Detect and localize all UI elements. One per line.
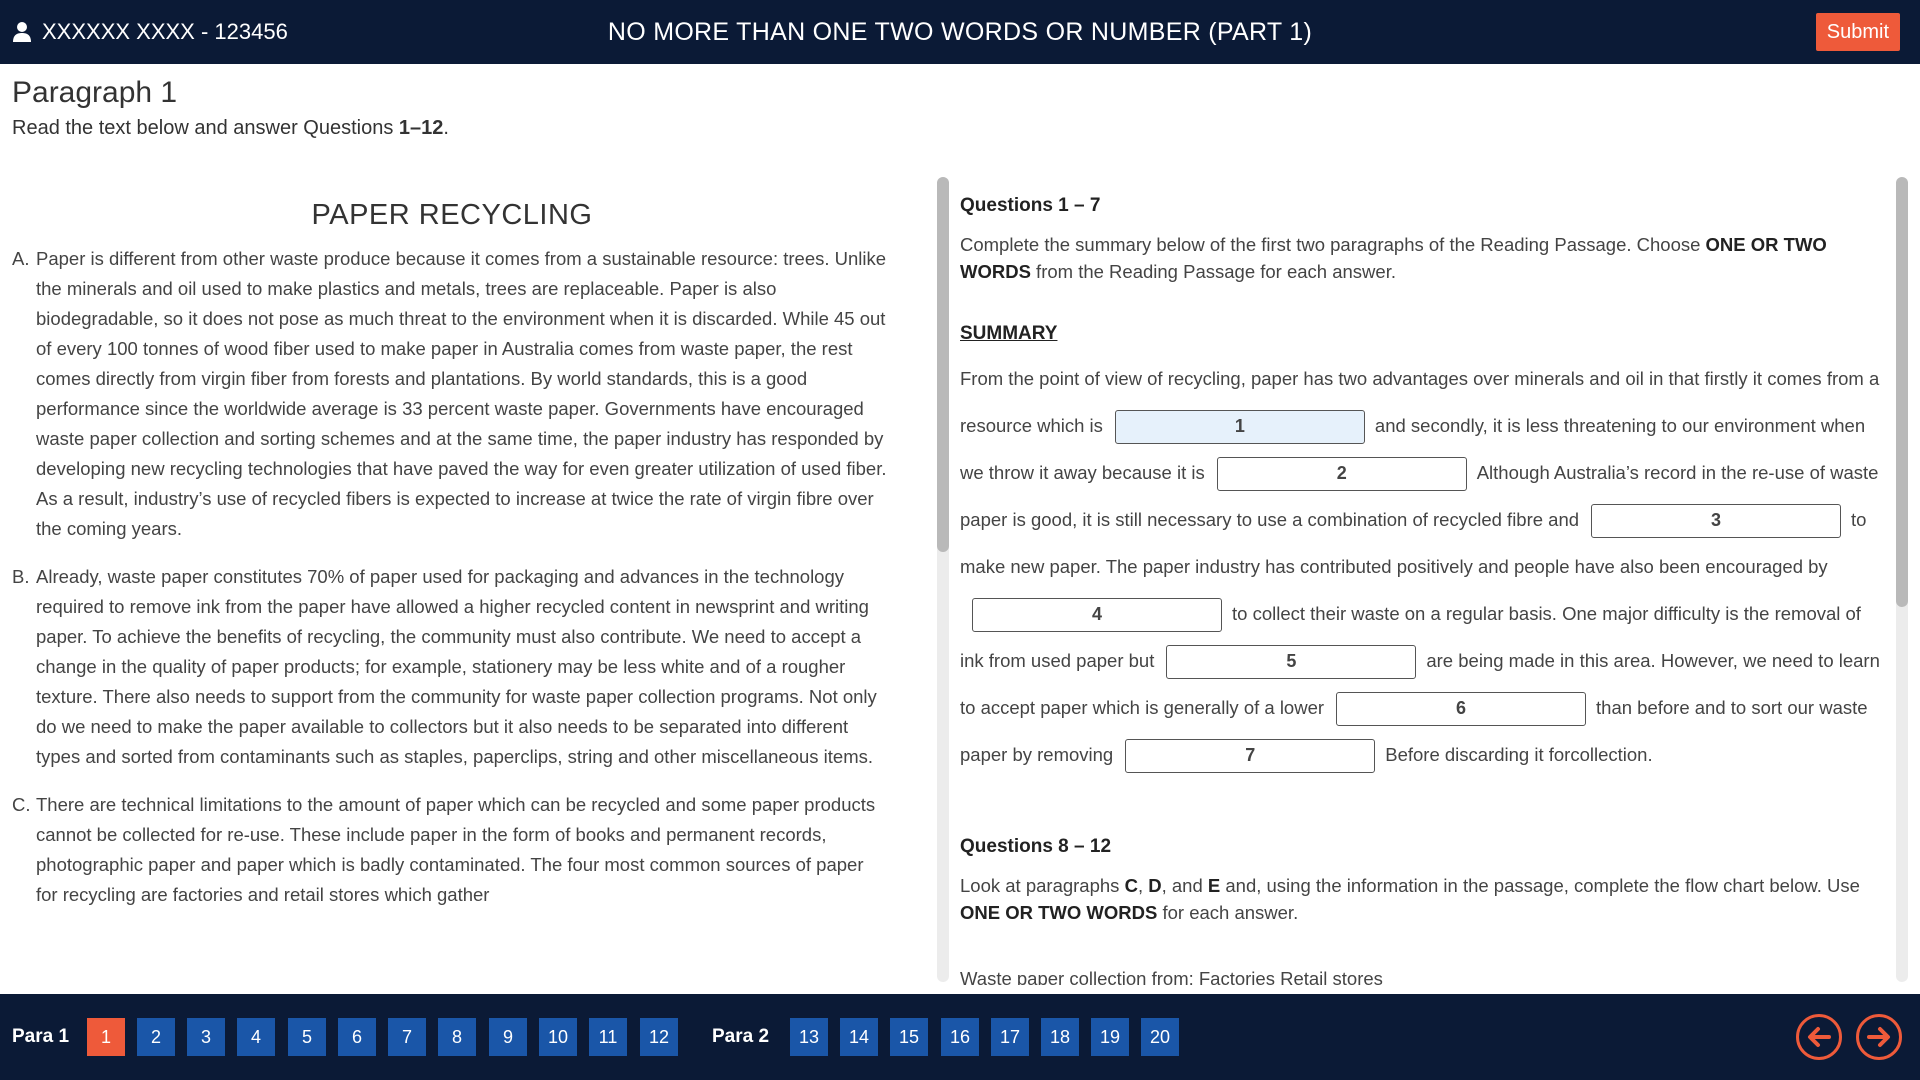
question-button-13[interactable]: 13 <box>790 1018 828 1056</box>
answer-gap-2[interactable]: 2 <box>1216 457 1467 492</box>
flow-chart-text: Waste paper collection from: Factories R… <box>960 968 1383 985</box>
test-title: NO MORE THAN ONE TWO WORDS OR NUMBER (PA… <box>607 18 1313 46</box>
instructions-range: 1–12 <box>398 117 444 139</box>
arrow-right-icon <box>1867 1027 1890 1047</box>
questions-1-7-heading: Questions 1 – 7 <box>960 195 1101 216</box>
passage-paragraph-b: B. Already, waste paper constitutes 70% … <box>12 562 892 772</box>
answer-gap-6[interactable]: 6 <box>1336 692 1587 727</box>
user-name: XXXXXX XXXX - 123456 <box>42 19 288 44</box>
question-button-19[interactable]: 19 <box>1091 1018 1129 1056</box>
arrow-left-icon <box>1808 1027 1831 1047</box>
answer-gap-3[interactable]: 3 <box>1591 504 1842 539</box>
passage-title: PAPER RECYCLING <box>311 199 593 231</box>
question-navigator: Para 1 1 2 3 4 5 6 7 8 9 10 11 12 Para 2… <box>0 994 1920 1080</box>
instructions-prefix: Read the text below and answer Questions <box>12 117 399 139</box>
paragraph-text: There are technical limitations to the a… <box>36 794 876 905</box>
instr-bold: C <box>1124 875 1138 896</box>
summary-heading: SUMMARY <box>960 323 1058 344</box>
user-info: XXXXXX XXXX - 123456 <box>12 0 288 64</box>
passage-scrollbar[interactable] <box>937 177 949 982</box>
answer-gap-7[interactable]: 7 <box>1125 739 1376 774</box>
questions-8-12-heading: Questions 8 – 12 <box>960 836 1112 857</box>
instr-part: Complete the summary below of the first … <box>960 234 1706 255</box>
passage-scrollbar-thumb[interactable] <box>937 177 949 552</box>
summary-text: From the point of view of recycling, pap… <box>960 355 1880 778</box>
paragraph-letter: C. <box>12 794 31 815</box>
question-button-12[interactable]: 12 <box>640 1018 678 1056</box>
question-button-11[interactable]: 11 <box>589 1018 627 1056</box>
question-button-5[interactable]: 5 <box>288 1018 326 1056</box>
instr-part: , and <box>1161 875 1208 896</box>
questions-pane: Questions 1 – 7 Complete the summary bel… <box>960 175 1880 985</box>
paragraph-title: Paragraph 1 <box>12 76 178 109</box>
instr-part: and, using the information in the passag… <box>1220 875 1860 896</box>
paragraph-text: Paper is different from other waste prod… <box>36 248 887 539</box>
question-button-3[interactable]: 3 <box>187 1018 225 1056</box>
question-button-17[interactable]: 17 <box>991 1018 1029 1056</box>
reading-passage: PAPER RECYCLING A. Paper is different fr… <box>12 175 892 985</box>
previous-button[interactable] <box>1796 1014 1842 1060</box>
passage-paragraph-c: C. There are technical limitations to th… <box>12 790 892 910</box>
question-button-10[interactable]: 10 <box>539 1018 577 1056</box>
summary-segment: Before discarding it forcollection. <box>1385 744 1653 765</box>
question-button-14[interactable]: 14 <box>840 1018 878 1056</box>
instr-part: Look at paragraphs <box>960 875 1125 896</box>
answer-gap-4[interactable]: 4 <box>972 598 1222 633</box>
question-button-8[interactable]: 8 <box>438 1018 476 1056</box>
question-button-16[interactable]: 16 <box>941 1018 979 1056</box>
paragraph-letter: B. <box>12 566 30 587</box>
question-button-4[interactable]: 4 <box>237 1018 275 1056</box>
question-button-15[interactable]: 15 <box>890 1018 928 1056</box>
questions-1-7-instructions: Complete the summary below of the first … <box>960 231 1880 285</box>
para2-label: Para 2 <box>712 1026 770 1047</box>
question-button-7[interactable]: 7 <box>388 1018 426 1056</box>
instr-bold: ONE OR TWO WORDS <box>960 902 1158 923</box>
question-button-2[interactable]: 2 <box>137 1018 175 1056</box>
next-button[interactable] <box>1856 1014 1902 1060</box>
questions-scrollbar[interactable] <box>1896 177 1908 982</box>
submit-button[interactable]: Submit <box>1815 13 1900 51</box>
top-bar: XXXXXX XXXX - 123456 NO MORE THAN ONE TW… <box>0 0 1920 64</box>
instr-bold: D <box>1148 875 1162 896</box>
instr-part: from the Reading Passage for each answer… <box>1030 261 1396 282</box>
question-button-20[interactable]: 20 <box>1141 1018 1179 1056</box>
instructions-suffix: . <box>443 117 449 139</box>
question-button-1[interactable]: 1 <box>87 1018 125 1056</box>
question-button-18[interactable]: 18 <box>1041 1018 1079 1056</box>
instr-part: for each answer. <box>1157 902 1299 923</box>
instr-part: , <box>1137 875 1149 896</box>
question-button-9[interactable]: 9 <box>489 1018 527 1056</box>
questions-scrollbar-thumb[interactable] <box>1896 177 1908 607</box>
question-button-6[interactable]: 6 <box>338 1018 376 1056</box>
instr-bold: E <box>1207 875 1221 896</box>
answer-gap-1[interactable]: 1 <box>1114 410 1365 445</box>
instructions: Read the text below and answer Questions… <box>12 117 449 140</box>
para1-label: Para 1 <box>12 1026 70 1047</box>
passage-paragraph-a: A. Paper is different from other waste p… <box>12 244 892 544</box>
paragraph-text: Already, waste paper constitutes 70% of … <box>36 566 877 767</box>
user-icon <box>13 22 31 42</box>
paragraph-letter: A. <box>12 248 30 269</box>
questions-8-12-instructions: Look at paragraphs C, D, and E and, usin… <box>960 872 1880 926</box>
answer-gap-5[interactable]: 5 <box>1166 645 1417 680</box>
